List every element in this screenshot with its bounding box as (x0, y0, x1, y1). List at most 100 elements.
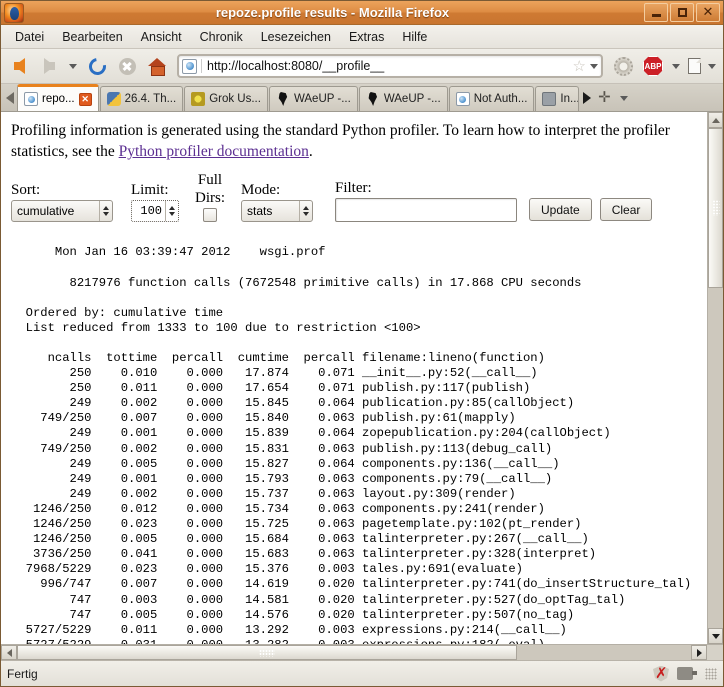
menu-extras[interactable]: Extras (341, 27, 392, 47)
tab-waeup-1[interactable]: WAeUP -... (268, 86, 358, 111)
full-dirs-label-line2: Dirs: (195, 189, 225, 206)
page-content: Profiling information is generated using… (1, 112, 707, 644)
site-identity-icon (182, 58, 197, 74)
sort-dropdown-arrows (99, 201, 112, 222)
horizontal-scroll-thumb[interactable] (17, 645, 517, 660)
filter-label: Filter: (335, 179, 372, 196)
profile-options-form: Sort: cumulative Limit: 100 Full Dirs: M… (11, 172, 697, 223)
tab-list-button[interactable] (614, 85, 634, 111)
reload-button[interactable] (83, 52, 111, 80)
mode-label: Mode: (241, 181, 281, 198)
vertical-scroll-thumb[interactable] (708, 128, 723, 288)
menu-bearbeiten[interactable]: Bearbeiten (54, 27, 130, 47)
adblock-plus-icon: ABP (643, 56, 663, 76)
horizontal-scrollbar[interactable] (1, 644, 723, 660)
shield-blocked-icon[interactable]: ✗ (653, 665, 669, 682)
plugin-icon[interactable] (677, 667, 697, 680)
menu-lesezeichen[interactable]: Lesezeichen (253, 27, 339, 47)
menu-ansicht[interactable]: Ansicht (133, 27, 190, 47)
document-favicon (455, 92, 470, 106)
update-button[interactable]: Update (529, 198, 592, 222)
minimize-button[interactable] (644, 3, 668, 22)
status-text: Fertig (7, 666, 38, 681)
home-icon (148, 58, 166, 76)
menu-datei[interactable]: Datei (7, 27, 52, 47)
tab-close-icon[interactable]: ✕ (78, 92, 92, 106)
status-bar: Fertig ✗ (1, 660, 723, 686)
adblock-dropdown-button[interactable] (669, 52, 683, 80)
window-title: repoze.profile results - Mozilla Firefox (215, 5, 450, 20)
profile-output: Mon Jan 16 03:39:47 2012 wsgi.prof 82179… (11, 230, 697, 644)
clear-button[interactable]: Clear (599, 198, 653, 222)
horizontal-scroll-track[interactable] (17, 645, 691, 660)
window-controls: ✕ (644, 3, 720, 22)
back-arrow-icon (13, 58, 25, 74)
scroll-left-button[interactable] (1, 645, 17, 660)
chevron-down-icon (69, 63, 77, 69)
form-buttons: Update Clear (529, 198, 653, 222)
page-action-button[interactable] (685, 52, 703, 80)
vertical-scrollbar[interactable] (707, 112, 723, 644)
navigation-toolbar: http://localhost:8080/__profile__ ☆ ABP (1, 49, 723, 84)
scroll-left-icon (6, 648, 12, 657)
reload-icon (85, 54, 109, 78)
mode-field: Mode: stats (241, 181, 313, 223)
menu-chronik[interactable]: Chronik (192, 27, 251, 47)
chevron-down-icon[interactable] (590, 63, 598, 69)
full-dirs-checkbox[interactable] (203, 208, 217, 223)
page-dropdown-button[interactable] (705, 52, 719, 80)
stop-icon (118, 57, 136, 75)
resize-grip-icon[interactable] (705, 667, 717, 680)
settings-button[interactable] (609, 52, 637, 80)
url-bar[interactable]: http://localhost:8080/__profile__ ☆ (177, 54, 603, 78)
home-button[interactable] (143, 52, 171, 80)
forward-button[interactable] (35, 52, 63, 80)
tab-bar: repo... ✕ 26.4. Th... Grok Us... WAeUP -… (1, 84, 723, 112)
limit-field: Limit: 100 (131, 182, 179, 223)
close-button[interactable]: ✕ (696, 3, 720, 22)
python-favicon (106, 92, 121, 106)
scrollbar-corner (707, 645, 723, 660)
limit-spinner-arrows[interactable] (165, 201, 178, 222)
sort-label: Sort: (11, 181, 41, 198)
filter-input[interactable] (335, 198, 517, 223)
scroll-up-button[interactable] (708, 112, 723, 128)
scroll-down-button[interactable] (708, 628, 723, 644)
vertical-scroll-track[interactable] (708, 128, 723, 628)
tab-label: WAeUP -... (383, 93, 441, 105)
tab-label: In... (560, 93, 580, 105)
tab-not-authorized[interactable]: Not Auth... (448, 86, 535, 111)
adblock-button[interactable]: ABP (639, 52, 667, 80)
chevron-down-icon (708, 63, 716, 69)
tab-scroll-right-button[interactable] (580, 85, 594, 111)
maximize-button[interactable] (670, 3, 694, 22)
sort-select[interactable]: cumulative (11, 200, 113, 223)
python-profiler-doc-link[interactable]: Python profiler documentation (119, 143, 309, 160)
new-tab-button[interactable]: ✛ (594, 85, 614, 111)
mode-select[interactable]: stats (241, 200, 313, 223)
tab-waeup-2[interactable]: WAeUP -... (358, 86, 448, 111)
history-dropdown-button[interactable] (65, 52, 81, 80)
gear-icon (613, 56, 633, 76)
africa-favicon (368, 92, 378, 106)
tab-grok[interactable]: Grok Us... (184, 86, 268, 111)
tab-in[interactable]: In... (535, 86, 580, 111)
tab-label: WAeUP -... (293, 93, 351, 105)
star-icon[interactable]: ☆ (573, 59, 586, 74)
scroll-grip-icon (259, 649, 275, 656)
stop-button[interactable] (113, 52, 141, 80)
back-button[interactable] (5, 52, 33, 80)
url-input[interactable]: http://localhost:8080/__profile__ (201, 59, 569, 73)
scroll-right-button[interactable] (691, 645, 707, 660)
sort-field: Sort: cumulative (11, 181, 113, 223)
limit-stepper[interactable]: 100 (131, 200, 179, 223)
tab-scroll-left-button[interactable] (3, 85, 17, 111)
menu-hilfe[interactable]: Hilfe (394, 27, 435, 47)
tab-label: Not Auth... (473, 93, 528, 105)
chevron-down-icon (672, 63, 680, 69)
tab-repoze-profile[interactable]: repo... ✕ (17, 84, 99, 111)
tab-python-docs[interactable]: 26.4. Th... (99, 86, 184, 111)
forward-arrow-icon (43, 58, 55, 74)
scroll-down-icon (711, 633, 720, 639)
title-bar: repoze.profile results - Mozilla Firefox… (1, 1, 723, 25)
